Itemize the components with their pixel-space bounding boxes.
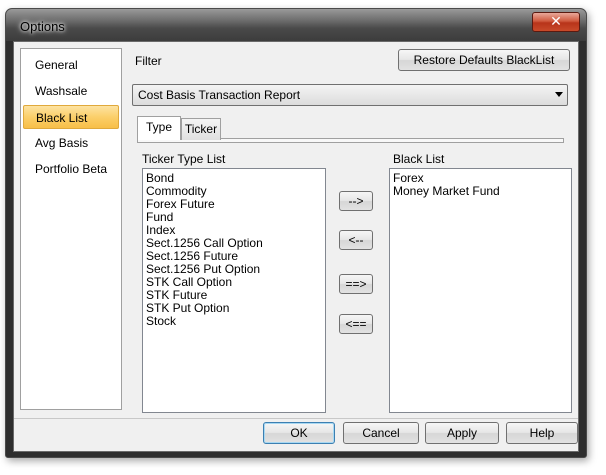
add-button[interactable]: --> <box>339 191 373 211</box>
nav-item-portfolio-beta[interactable]: Portfolio Beta <box>23 157 119 181</box>
list-item[interactable]: Stock <box>146 315 322 328</box>
footer-divider <box>14 418 578 419</box>
close-button[interactable]: ✕ <box>532 12 580 32</box>
nav-item-washsale[interactable]: Washsale <box>23 79 119 103</box>
remove-all-button[interactable]: <== <box>339 314 373 334</box>
chevron-down-icon <box>555 92 563 97</box>
title-bar[interactable]: Options ✕ <box>6 9 586 41</box>
add-all-button[interactable]: ==> <box>339 274 373 294</box>
nav-item-avg-basis[interactable]: Avg Basis <box>23 131 119 155</box>
black-list-label: Black List <box>393 152 445 166</box>
filter-label: Filter <box>135 54 162 68</box>
options-nav: General Washsale Black List Avg Basis Po… <box>20 48 122 410</box>
cancel-button[interactable]: Cancel <box>343 422 419 444</box>
close-icon: ✕ <box>550 14 562 30</box>
report-select-value: Cost Basis Transaction Report <box>138 88 301 102</box>
tab-type[interactable]: Type <box>137 116 181 140</box>
options-window: Options ✕ General Washsale Black List Av… <box>5 8 587 458</box>
help-button[interactable]: Help <box>506 422 578 444</box>
restore-defaults-button[interactable]: Restore Defaults BlackList <box>398 49 570 71</box>
nav-item-general[interactable]: General <box>23 53 119 77</box>
ok-button[interactable]: OK <box>263 422 335 444</box>
ticker-type-list-label: Ticker Type List <box>142 152 226 166</box>
black-listbox[interactable]: Forex Money Market Fund <box>389 168 572 413</box>
window-title: Options <box>20 19 65 34</box>
dialog-body: General Washsale Black List Avg Basis Po… <box>13 41 579 452</box>
remove-button[interactable]: <-- <box>339 230 373 250</box>
list-item[interactable]: Money Market Fund <box>393 185 568 198</box>
nav-item-black-list[interactable]: Black List <box>23 105 119 129</box>
tab-ticker[interactable]: Ticker <box>181 118 221 140</box>
ticker-type-listbox[interactable]: Bond Commodity Forex Future Fund Index S… <box>142 168 326 413</box>
apply-button[interactable]: Apply <box>425 422 499 444</box>
report-select[interactable]: Cost Basis Transaction Report <box>132 84 568 106</box>
